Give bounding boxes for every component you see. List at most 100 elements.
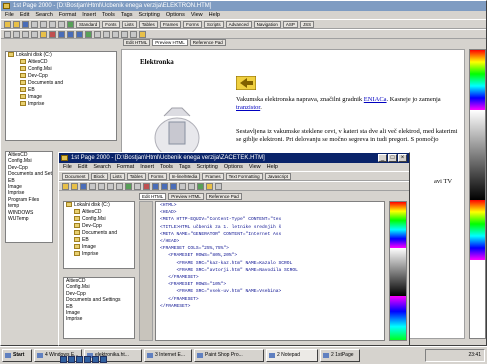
front-file-list[interactable]: AltiesCD Config.Msi Dev-Cpp Documents an… [63, 277, 135, 339]
folder-icon[interactable] [40, 30, 47, 38]
mail-icon[interactable] [76, 356, 83, 363]
explorer-icon[interactable] [92, 356, 99, 363]
tree-item[interactable]: Imprise [64, 251, 134, 258]
new-icon[interactable] [62, 182, 69, 190]
tree-item[interactable]: Image [6, 94, 116, 101]
align-left-icon[interactable] [179, 182, 186, 190]
tree-item[interactable]: Lokalni disk (C:) [6, 52, 116, 59]
tab-frames[interactable]: Frames [202, 172, 224, 180]
cut-icon[interactable] [98, 182, 105, 190]
menu-format[interactable]: Format [59, 11, 76, 19]
browser-icon[interactable] [68, 356, 75, 363]
eniac-link[interactable]: ENIACa [364, 96, 387, 103]
align-right-icon[interactable] [130, 30, 137, 38]
tab-advanced[interactable]: Advanced [225, 20, 252, 28]
color-palette-panel[interactable] [469, 49, 486, 339]
menu-file[interactable]: File [63, 163, 72, 171]
minimize-icon[interactable]: _ [378, 154, 387, 162]
stop-icon[interactable] [22, 30, 29, 38]
task-button[interactable]: 2 1stPage [320, 349, 360, 362]
copy-icon[interactable] [49, 20, 56, 28]
arrow-left-icon[interactable] [236, 76, 256, 90]
paste-icon[interactable] [116, 182, 123, 190]
tab-lists[interactable]: Lists [121, 20, 137, 28]
task-button[interactable]: 2 Notepad [266, 349, 318, 362]
link-icon[interactable] [103, 30, 110, 38]
menu-search[interactable]: Search [35, 11, 52, 19]
menu-view[interactable]: View [249, 163, 261, 171]
image-icon[interactable] [197, 182, 204, 190]
tranzistor-link[interactable]: tranzistor [236, 104, 260, 111]
image-icon[interactable] [85, 30, 92, 38]
align-left-icon[interactable] [112, 30, 119, 38]
cut-icon[interactable] [40, 20, 47, 28]
save-icon[interactable] [80, 182, 87, 190]
table-icon[interactable] [215, 182, 222, 190]
back-icon[interactable] [4, 30, 11, 38]
maximize-icon[interactable]: □ [388, 154, 397, 162]
copy-icon[interactable] [107, 182, 114, 190]
tree-item[interactable]: Documents and [64, 230, 134, 237]
menu-options[interactable]: Options [166, 11, 185, 19]
menu-view[interactable]: View [191, 11, 203, 19]
tab-forms[interactable]: Forms [183, 20, 202, 28]
back-file-list[interactable]: AltiesCD Config.Msi Dev-Cpp Documents an… [5, 151, 53, 243]
tab-asp[interactable]: ASP [282, 20, 298, 28]
tab-frames[interactable]: Frames [159, 20, 182, 28]
front-window-titlebar[interactable]: 1st Page 2000 - [D:\Bostjan\Html\Ucbenik… [59, 153, 409, 163]
print-icon[interactable] [31, 20, 38, 28]
menu-format[interactable]: Format [117, 163, 134, 171]
clock[interactable]: 23:41 [468, 352, 481, 358]
subtab-edit-html[interactable]: Edit HTML [139, 193, 167, 200]
tab-forms[interactable]: Forms [147, 172, 167, 180]
list-item[interactable]: Documents and Settings [6, 171, 52, 177]
italic-icon[interactable] [67, 30, 74, 38]
subtab-preview-html[interactable]: Preview HTML [152, 39, 188, 46]
delete-icon[interactable] [49, 30, 56, 38]
menu-tags[interactable]: Tags [179, 163, 191, 171]
preview-icon[interactable] [67, 20, 74, 28]
start-button[interactable]: Start [2, 349, 32, 362]
tab-scripts[interactable]: Scripts [203, 20, 224, 28]
back-folder-tree[interactable]: Lokalni disk (C:) AltiesCD Config.Msi De… [5, 51, 117, 141]
close-icon[interactable]: × [398, 154, 407, 162]
back-window-titlebar[interactable]: 1st Page 2000 - [D:\Bostjan\Html\Ucbenik… [1, 1, 486, 11]
menu-edit[interactable]: Edit [78, 163, 87, 171]
front-folder-tree[interactable]: Lokalni disk (C:) AltiesCD Config.Msi De… [63, 201, 135, 269]
media-icon[interactable] [84, 356, 91, 363]
align-center-icon[interactable] [121, 30, 128, 38]
color-icon[interactable] [139, 30, 146, 38]
subtab-edit-html[interactable]: Edit HTML [123, 39, 151, 46]
tree-item[interactable]: Documents and [6, 80, 116, 87]
bold-icon[interactable] [152, 182, 159, 190]
align-center-icon[interactable] [188, 182, 195, 190]
menu-insert[interactable]: Insert [82, 11, 96, 19]
tab-jss[interactable]: JSS [299, 20, 315, 28]
bold-icon[interactable] [58, 30, 65, 38]
underline-icon[interactable] [76, 30, 83, 38]
tab-lists[interactable]: Lists [109, 172, 125, 180]
menu-tools[interactable]: Tools [102, 11, 115, 19]
paste-icon[interactable] [58, 20, 65, 28]
tab-inline-media[interactable]: In-line/Media [168, 172, 201, 180]
link-icon[interactable] [206, 182, 213, 190]
menu-options[interactable]: Options [224, 163, 243, 171]
stop-icon[interactable] [143, 182, 150, 190]
tree-item[interactable]: EB [6, 87, 116, 94]
table-icon[interactable] [94, 30, 101, 38]
tree-item[interactable]: Config.Msi [6, 66, 116, 73]
new-icon[interactable] [4, 20, 11, 28]
list-item[interactable]: Imprise [64, 316, 134, 322]
tab-text-formatting[interactable]: Text Formatting [225, 172, 263, 180]
list-item[interactable]: WUTemp [6, 216, 52, 222]
open-icon[interactable] [71, 182, 78, 190]
tab-standard[interactable]: Standard [76, 20, 101, 28]
tab-navigation[interactable]: Navigation [253, 20, 281, 28]
tree-item[interactable]: Config.Msi [64, 216, 134, 223]
desktop-icon[interactable] [60, 356, 67, 363]
tree-item[interactable]: AltiesCD [64, 209, 134, 216]
menu-edit[interactable]: Edit [20, 11, 29, 19]
menu-scripting[interactable]: Scripting [196, 163, 217, 171]
menu-search[interactable]: Search [93, 163, 110, 171]
tab-javascript[interactable]: Javascript [264, 172, 291, 180]
